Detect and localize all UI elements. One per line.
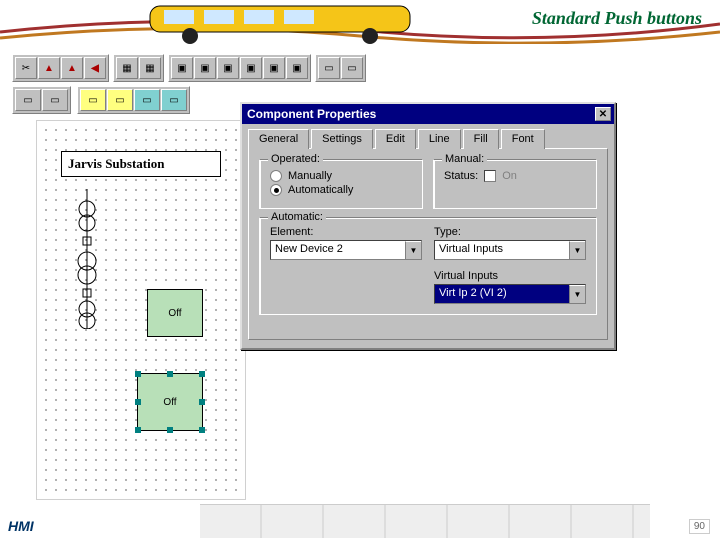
toolbar-group-4: ▭ ▭ — [315, 54, 366, 82]
single-line-schematic — [73, 189, 133, 329]
footer-label: HMI — [8, 518, 34, 534]
tab-edit[interactable]: Edit — [375, 129, 416, 149]
chevron-down-icon[interactable]: ▼ — [405, 241, 421, 259]
operated-legend: Operated: — [268, 153, 323, 165]
tab-panel-settings: Operated: Manually Automatically Manual:… — [248, 148, 608, 340]
dialog-tabs: General Settings Edit Line Fill Font — [242, 124, 614, 148]
drawing-canvas[interactable]: Jarvis Substation Off Off — [36, 120, 246, 500]
tb-tri-up-icon[interactable]: ▲ — [38, 57, 60, 79]
pushbutton-1-label: Off — [168, 308, 181, 319]
type-label: Type: — [434, 226, 586, 238]
status-checkbox[interactable] — [484, 170, 496, 182]
automatic-group: Automatic: Element: New Device 2 ▼ Type:… — [259, 217, 597, 315]
slide-number: 90 — [689, 519, 710, 534]
tb-align4-icon[interactable]: ▣ — [240, 57, 262, 79]
status-value: On — [502, 170, 517, 182]
virtual-inputs-value: Virt Ip 2 (VI 2) — [435, 285, 569, 303]
operated-group: Operated: Manually Automatically — [259, 159, 423, 209]
tab-font[interactable]: Font — [501, 129, 545, 149]
close-button[interactable]: ✕ — [595, 107, 611, 121]
tb-grid-icon[interactable]: ▦ — [116, 57, 138, 79]
tb-yellow2-icon[interactable]: ▭ — [107, 89, 133, 111]
element-label: Element: — [270, 226, 422, 238]
toolbar-group-2: ▦ ▦ — [113, 54, 164, 82]
toolbar-group-6: ▭ ▭ ▭ ▭ — [77, 86, 190, 114]
tb-grid2-icon[interactable]: ▦ — [139, 57, 161, 79]
pushbutton-2-label: Off — [163, 397, 176, 408]
type-value: Virtual Inputs — [435, 241, 569, 259]
toolbar-row-2: ▭ ▭ ▭ ▭ ▭ ▭ — [12, 86, 190, 114]
selection-handle[interactable] — [135, 427, 141, 433]
element-combobox[interactable]: New Device 2 ▼ — [270, 240, 422, 260]
tb-comp1-icon[interactable]: ▭ — [15, 89, 41, 111]
selection-handle[interactable] — [135, 399, 141, 405]
tb-align6-icon[interactable]: ▣ — [286, 57, 308, 79]
tab-fill[interactable]: Fill — [463, 129, 499, 149]
radio-manually-label: Manually — [288, 170, 332, 182]
selection-handle[interactable] — [199, 427, 205, 433]
tb-align5-icon[interactable]: ▣ — [263, 57, 285, 79]
element-value: New Device 2 — [271, 241, 405, 259]
selection-handle[interactable] — [167, 427, 173, 433]
selection-handle[interactable] — [167, 371, 173, 377]
tb-tri-left-icon[interactable]: ◀ — [84, 57, 106, 79]
footer-thumbnails — [200, 504, 650, 538]
tab-line[interactable]: Line — [418, 129, 461, 149]
selection-handle[interactable] — [199, 371, 205, 377]
tb-yellow1-icon[interactable]: ▭ — [80, 89, 106, 111]
dialog-titlebar[interactable]: Component Properties ✕ — [242, 104, 614, 124]
tb-teal2-icon[interactable]: ▭ — [161, 89, 187, 111]
radio-automatically[interactable] — [270, 184, 282, 196]
bus-illustration — [120, 0, 460, 48]
tab-settings[interactable]: Settings — [311, 129, 373, 149]
tb-order1-icon[interactable]: ▭ — [318, 57, 340, 79]
selection-handle[interactable] — [199, 399, 205, 405]
automatic-legend: Automatic: — [268, 211, 326, 223]
manual-group: Manual: Status: On — [433, 159, 597, 209]
virtual-inputs-label: Virtual Inputs — [434, 270, 586, 282]
status-label: Status: — [444, 170, 478, 182]
chevron-down-icon[interactable]: ▼ — [569, 241, 585, 259]
slide-title: Standard Push buttons — [532, 8, 702, 29]
dialog-title: Component Properties — [245, 107, 376, 121]
tb-align3-icon[interactable]: ▣ — [217, 57, 239, 79]
tb-teal1-icon[interactable]: ▭ — [134, 89, 160, 111]
tb-order2-icon[interactable]: ▭ — [341, 57, 363, 79]
chevron-down-icon[interactable]: ▼ — [569, 285, 585, 303]
radio-manually[interactable] — [270, 170, 282, 182]
substation-title-box[interactable]: Jarvis Substation — [61, 151, 221, 177]
tab-general[interactable]: General — [248, 129, 309, 149]
toolbar-group-3: ▣ ▣ ▣ ▣ ▣ ▣ — [168, 54, 311, 82]
selection-handle[interactable] — [135, 371, 141, 377]
manual-legend: Manual: — [442, 153, 487, 165]
pushbutton-2-selected[interactable]: Off — [137, 373, 203, 431]
tb-align1-icon[interactable]: ▣ — [171, 57, 193, 79]
toolbar-group-5: ▭ ▭ — [12, 86, 71, 114]
tb-cut-icon[interactable]: ✂ — [15, 57, 37, 79]
toolbar-group-1: ✂ ▲ ▲ ◀ — [12, 54, 109, 82]
pushbutton-1[interactable]: Off — [147, 289, 203, 337]
toolbar-row-1: ✂ ▲ ▲ ◀ ▦ ▦ ▣ ▣ ▣ ▣ ▣ ▣ ▭ ▭ — [12, 54, 708, 82]
tb-comp2-icon[interactable]: ▭ — [42, 89, 68, 111]
component-properties-dialog: Component Properties ✕ General Settings … — [240, 102, 616, 350]
radio-automatically-label: Automatically — [288, 184, 353, 196]
virtual-inputs-combobox[interactable]: Virt Ip 2 (VI 2) ▼ — [434, 284, 586, 304]
tb-tri-up2-icon[interactable]: ▲ — [61, 57, 83, 79]
tb-align2-icon[interactable]: ▣ — [194, 57, 216, 79]
type-combobox[interactable]: Virtual Inputs ▼ — [434, 240, 586, 260]
